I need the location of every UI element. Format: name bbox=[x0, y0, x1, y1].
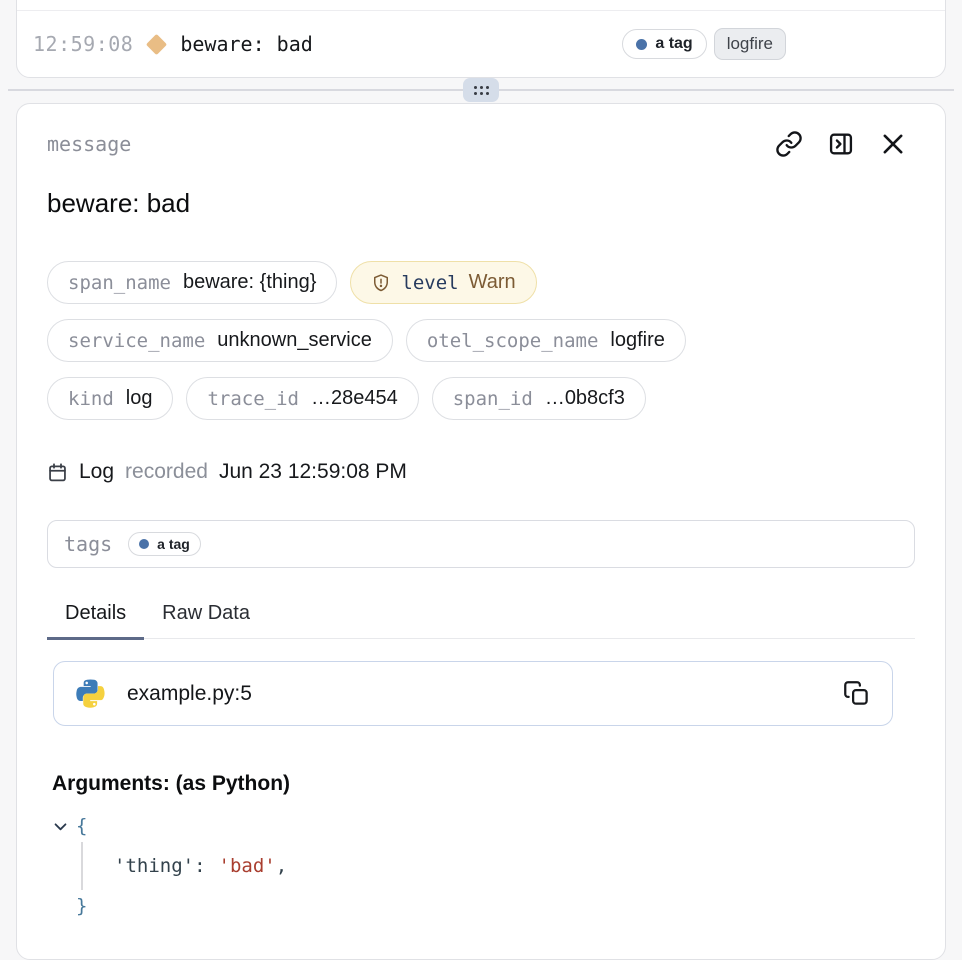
log-row-message: beware: bad bbox=[180, 32, 312, 56]
arguments-heading: Arguments: (as Python) bbox=[52, 772, 915, 796]
attribute-badge-service-name[interactable]: service_name unknown_service bbox=[47, 319, 393, 362]
log-row-timestamp: 12:59:08 bbox=[33, 32, 133, 56]
tag-badge[interactable]: a tag bbox=[622, 29, 706, 59]
tab-details[interactable]: Details bbox=[47, 598, 144, 640]
tags-label: tags bbox=[64, 532, 112, 556]
code-open-brace: { bbox=[76, 815, 87, 837]
message-title: beware: bad bbox=[47, 188, 915, 219]
arguments-code: { 'thing': 'bad' , } bbox=[52, 806, 915, 926]
recorded-datetime: Jun 23 12:59:08 PM bbox=[219, 460, 407, 484]
tag-badge-label: a tag bbox=[655, 35, 692, 53]
code-location-box[interactable]: example.py:5 bbox=[53, 661, 893, 726]
recorded-line: Log recorded Jun 23 12:59:08 PM bbox=[47, 460, 915, 484]
drag-handle-icon[interactable] bbox=[463, 78, 499, 102]
log-row-badges: a tag logfire bbox=[622, 28, 786, 60]
attribute-badge-trace-id[interactable]: trace_id …28e454 bbox=[186, 377, 418, 420]
level-badge[interactable]: level Warn bbox=[350, 261, 536, 304]
copy-icon[interactable] bbox=[843, 680, 870, 707]
code-entry-key: 'thing': bbox=[114, 855, 206, 877]
attribute-badge-kind[interactable]: kind log bbox=[47, 377, 173, 420]
code-entry-comma: , bbox=[276, 855, 287, 877]
attribute-badge-span-name[interactable]: span_name beware: {thing} bbox=[47, 261, 337, 304]
attribute-badge-span-id[interactable]: span_id …0b8cf3 bbox=[432, 377, 646, 420]
shield-alert-icon bbox=[371, 273, 391, 293]
code-close-brace: } bbox=[76, 895, 87, 917]
chevron-down-icon[interactable] bbox=[52, 818, 69, 835]
indent-guide bbox=[81, 842, 83, 890]
code-entry-line: 'thing': 'bad' , bbox=[52, 846, 915, 886]
log-level-diamond-icon bbox=[146, 33, 167, 54]
open-side-panel-icon[interactable] bbox=[827, 130, 855, 158]
panel-header: message bbox=[47, 130, 915, 158]
tag-dot-icon bbox=[139, 539, 149, 549]
detail-tabs: Details Raw Data bbox=[47, 598, 915, 639]
tag-badge-label: a tag bbox=[157, 536, 190, 552]
panel-splitter bbox=[8, 78, 954, 102]
recorded-verb: recorded bbox=[125, 460, 208, 484]
code-location-file: example.py:5 bbox=[127, 682, 252, 706]
link-icon[interactable] bbox=[775, 130, 803, 158]
python-logo-icon bbox=[76, 679, 105, 708]
tags-field: tags a tag bbox=[47, 520, 915, 568]
scope-badge[interactable]: logfire bbox=[714, 28, 786, 60]
tag-dot-icon bbox=[636, 39, 647, 50]
code-entry-value: 'bad' bbox=[219, 855, 276, 877]
recorded-kind: Log bbox=[79, 460, 114, 484]
tag-badge[interactable]: a tag bbox=[128, 532, 201, 556]
calendar-icon bbox=[47, 462, 68, 483]
panel-header-label: message bbox=[47, 132, 131, 156]
attribute-badges: span_name beware: {thing} level Warn ser… bbox=[47, 261, 915, 420]
attribute-badge-otel-scope-name[interactable]: otel_scope_name logfire bbox=[406, 319, 686, 362]
log-list-card: 12:59:08 beware: bad a tag logfire bbox=[16, 0, 946, 78]
detail-panel: message beware: bad bbox=[16, 103, 946, 960]
tab-raw-data[interactable]: Raw Data bbox=[144, 598, 268, 640]
log-row[interactable]: 12:59:08 beware: bad a tag logfire bbox=[17, 11, 945, 77]
close-icon[interactable] bbox=[879, 130, 907, 158]
